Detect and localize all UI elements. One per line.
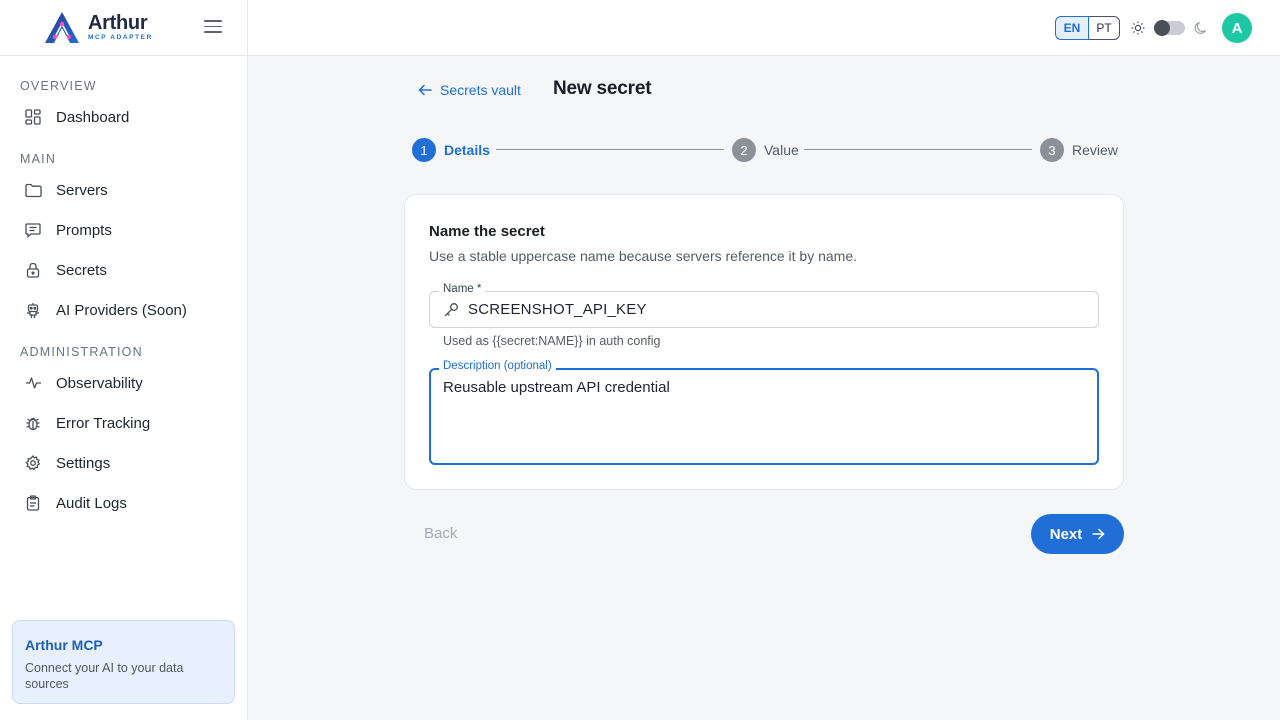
step-3-label: Review xyxy=(1072,142,1118,158)
sidebar-item-audit-logs[interactable]: Audit Logs xyxy=(24,489,234,517)
step-2-label: Value xyxy=(764,142,799,158)
theme-toggle[interactable] xyxy=(1154,20,1185,36)
section-title-main: MAIN xyxy=(20,152,57,166)
sidebar-item-prompts[interactable]: Prompts xyxy=(24,216,234,244)
card-description: Use a stable uppercase name because serv… xyxy=(429,248,858,264)
name-field-label: Name * xyxy=(439,283,486,295)
hamburger-menu-icon[interactable] xyxy=(204,20,222,36)
brand-name: Arthur xyxy=(88,12,148,35)
card-title: Name the secret xyxy=(429,223,545,240)
moon-icon xyxy=(1194,21,1207,34)
language-pt-button[interactable]: PT xyxy=(1089,16,1120,40)
brand: Arthur MCP ADAPTER xyxy=(88,13,153,42)
sidebar-item-label: Observability xyxy=(56,374,143,392)
sidebar-item-observability[interactable]: Observability xyxy=(24,369,234,397)
step-3-indicator: 3 xyxy=(1040,138,1064,162)
promo-card-title: Arthur MCP xyxy=(25,637,103,653)
name-field-value: SCREENSHOT_API_KEY xyxy=(468,301,647,318)
sidebar-item-label: Secrets xyxy=(56,261,107,279)
language-en-button[interactable]: EN xyxy=(1055,16,1089,40)
promo-card: Arthur MCP Connect your AI to your data … xyxy=(12,620,235,704)
activity-icon xyxy=(24,374,42,392)
arthur-logo-icon xyxy=(45,11,79,43)
gear-icon xyxy=(24,454,42,472)
secret-details-card: Name the secret Use a stable uppercase n… xyxy=(404,194,1124,490)
next-button-label: Next xyxy=(1049,525,1083,543)
sidebar-item-label: Dashboard xyxy=(56,108,130,126)
lock-icon xyxy=(24,261,42,279)
back-button[interactable]: Back xyxy=(424,525,457,542)
brand-subtitle: MCP ADAPTER xyxy=(88,34,153,42)
sidebar-item-ai-providers[interactable]: AI Providers (Soon) xyxy=(24,296,234,324)
clipboard-icon xyxy=(24,494,42,512)
section-title-administration: ADMINISTRATION xyxy=(20,345,143,359)
step-1-label: Details xyxy=(444,142,490,158)
sun-icon xyxy=(1131,21,1145,35)
description-textarea[interactable]: Reusable upstream API credential xyxy=(429,368,1099,465)
sidebar-item-label: Settings xyxy=(56,454,111,472)
sidebar-item-dashboard[interactable]: Dashboard xyxy=(24,103,234,131)
message-icon xyxy=(24,221,42,239)
robot-icon xyxy=(24,301,42,319)
sidebar-item-servers[interactable]: Servers xyxy=(24,176,234,204)
next-button[interactable]: Next xyxy=(1031,514,1124,554)
avatar[interactable]: A xyxy=(1222,13,1252,43)
sidebar-item-error-tracking[interactable]: Error Tracking xyxy=(24,409,234,437)
description-field-label: Description (optional) xyxy=(439,360,556,372)
sidebar-item-label: AI Providers (Soon) xyxy=(56,301,187,319)
sidebar-item-settings[interactable]: Settings xyxy=(24,449,234,477)
step-2-indicator: 2 xyxy=(732,138,756,162)
section-title-overview: OVERVIEW xyxy=(20,79,97,93)
sidebar-item-label: Error Tracking xyxy=(56,414,151,432)
sidebar: Arthur MCP ADAPTER OVERVIEW Dashboard MA… xyxy=(0,0,248,720)
step-connector-1 xyxy=(496,149,724,150)
sidebar-item-label: Audit Logs xyxy=(56,494,127,512)
back-to-secrets-vault-link[interactable]: Secrets vault xyxy=(418,80,521,100)
sidebar-header: Arthur MCP ADAPTER xyxy=(0,0,247,56)
arrow-left-icon xyxy=(418,84,432,96)
sidebar-item-secrets[interactable]: Secrets xyxy=(24,256,234,284)
dashboard-icon xyxy=(24,108,42,126)
step-connector-2 xyxy=(804,149,1032,150)
topbar: EN PT A xyxy=(248,0,1280,56)
sidebar-item-label: Prompts xyxy=(56,221,112,239)
step-1-indicator: 1 xyxy=(412,138,436,162)
arrow-right-icon xyxy=(1092,528,1105,540)
promo-card-text: Connect your AI to your data sources xyxy=(25,661,184,691)
sidebar-item-label: Servers xyxy=(56,181,108,199)
folder-icon xyxy=(24,181,42,199)
theme-toggle-knob xyxy=(1154,20,1170,36)
page-title: New secret xyxy=(553,78,652,99)
name-field-helper: Used as {{secret:NAME}} in auth config xyxy=(443,334,661,348)
key-icon xyxy=(444,303,458,317)
bug-icon xyxy=(24,414,42,432)
name-field[interactable]: SCREENSHOT_API_KEY xyxy=(429,291,1099,328)
back-link-label: Secrets vault xyxy=(440,82,521,98)
